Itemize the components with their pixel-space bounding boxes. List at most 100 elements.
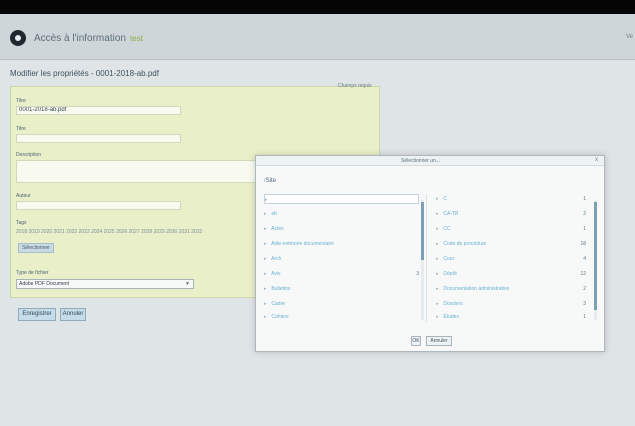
item-count: 1 [583, 314, 586, 320]
breadcrumb-current[interactable]: Site [266, 178, 276, 184]
list-item[interactable]: ▸ Actes [264, 224, 419, 234]
list-item-label: Code de procédure [443, 241, 487, 247]
list-item-label: Bulletins [271, 286, 291, 292]
list-item[interactable]: ▸ Aide-mémoire documentaire [264, 239, 419, 249]
folder-icon: ▸ [436, 241, 439, 247]
left-scrollbar-thumb[interactable] [421, 202, 424, 260]
list-item-label: Études [443, 314, 459, 320]
list-item-label: Avis [271, 271, 281, 277]
environment-badge: test [129, 34, 143, 43]
list-item-label: Cadre [271, 301, 286, 307]
list-item[interactable]: ▸ Cadre [264, 299, 419, 309]
list-item-label: ab [271, 211, 277, 217]
item-count: 2 [583, 211, 586, 217]
app-title-text: Accès à l'information [34, 33, 126, 44]
cancel-button[interactable]: Annuler [60, 308, 86, 321]
breadcrumb: /Site [264, 178, 276, 184]
dialog-title: Sélectionner un... [401, 158, 440, 164]
save-button[interactable]: Enregistrer [18, 308, 56, 321]
tags-label: Tags [16, 220, 27, 226]
list-item-label: C [443, 196, 448, 202]
name-label: Titre [16, 126, 26, 132]
folder-icon: ▸ [436, 286, 439, 292]
folder-icon: ▸ [265, 197, 268, 203]
left-scrollbar[interactable] [421, 200, 424, 320]
folder-icon: ▸ [264, 271, 267, 277]
folder-icon: ▸ [264, 211, 267, 217]
folder-list-right: ▸ C 1 ▸ CA-TB 2 ▸ CC 1 ▸ Code de procédu… [436, 194, 586, 322]
file-type-select[interactable]: Adobe PDF Document ▼ [16, 279, 194, 289]
item-count: 18 [580, 241, 586, 247]
right-scrollbar[interactable] [594, 200, 597, 320]
description-textarea[interactable] [16, 160, 291, 183]
list-item-label: Cahiers [271, 314, 289, 320]
list-item-label: Cour [443, 256, 455, 262]
file-type-value: Adobe PDF Document [19, 281, 70, 287]
item-count: 4 [583, 256, 586, 262]
item-count: 1 [583, 226, 586, 232]
folder-icon: ▸ [436, 271, 439, 277]
list-item[interactable]: ▸ CC 1 [436, 224, 586, 234]
folder-icon: ▸ [264, 286, 267, 292]
required-fields-note: Champs requis [338, 83, 372, 89]
folder-icon: ▸ [436, 211, 439, 217]
dialog-header: Sélectionner un... x [256, 156, 604, 166]
chevron-down-icon: ▼ [185, 281, 190, 287]
author-label: Auteur [16, 193, 31, 199]
ok-button[interactable]: OK [411, 336, 421, 346]
app-logo-icon[interactable] [10, 30, 26, 46]
list-item[interactable]: ▸ C 1 [436, 194, 586, 204]
folder-picker-dialog: Sélectionner un... x /Site ▸ ▸ ab ▸ Acte… [255, 155, 605, 352]
folder-icon: ▸ [264, 226, 267, 232]
right-scrollbar-thumb[interactable] [594, 202, 597, 310]
close-icon[interactable]: x [595, 157, 598, 163]
select-tags-button[interactable]: Sélectionner [18, 243, 54, 253]
list-item[interactable]: ▸ ab [264, 209, 419, 219]
title-input[interactable]: 0001-2018-ab.pdf [16, 106, 181, 115]
list-item[interactable]: ▸ Avis 3 [264, 269, 419, 279]
folder-icon: ▸ [264, 256, 267, 262]
folder-icon: ▸ [264, 314, 267, 320]
list-item-label: Actes [271, 226, 284, 232]
folder-list-left: ▸ ▸ ab ▸ Actes ▸ Aide-mémoire documentai… [264, 194, 419, 322]
folder-icon: ▸ [436, 314, 439, 320]
page-title: Modifier les propriétés - 0001-2018-ab.p… [10, 69, 159, 78]
item-count: 1 [583, 196, 586, 202]
file-type-label: Type de fichier [16, 270, 49, 276]
header-corner-text[interactable]: Ve [626, 34, 633, 40]
description-label: Description [16, 152, 42, 158]
list-item-label: Aide-mémoire documentaire [271, 241, 334, 247]
folder-icon: ▸ [436, 196, 439, 202]
list-item[interactable]: ▸ CA-TB 2 [436, 209, 586, 219]
list-item[interactable]: ▸ Documentation administrative 2 [436, 284, 586, 294]
list-item[interactable]: ▸ Bulletins [264, 284, 419, 294]
item-count: 3 [583, 301, 586, 307]
list-item-label: Documentation administrative [443, 286, 510, 292]
title-label: Titre [16, 98, 26, 104]
list-item[interactable]: ▸ Arch [264, 254, 419, 264]
item-count: 12 [580, 271, 586, 277]
list-item-label: CA-TB [443, 211, 459, 217]
list-item[interactable]: ▸ Code de procédure 18 [436, 239, 586, 249]
folder-icon: ▸ [264, 301, 267, 307]
app-title: Accès à l'information test [34, 33, 143, 44]
item-count: 3 [416, 271, 419, 277]
list-item[interactable]: ▸ [264, 194, 419, 204]
folder-icon: ▸ [436, 301, 439, 307]
list-item[interactable]: ▸ Cour 4 [436, 254, 586, 264]
list-item[interactable]: ▸ Cahiers [264, 312, 419, 322]
item-count: 2 [583, 286, 586, 292]
list-item-label: Arch [271, 256, 282, 262]
author-input[interactable] [16, 201, 181, 210]
folder-icon: ▸ [264, 241, 267, 247]
name-input[interactable] [16, 134, 181, 143]
list-item[interactable]: ▸ Études 1 [436, 312, 586, 322]
folder-icon: ▸ [436, 256, 439, 262]
column-divider [426, 194, 427, 322]
list-item[interactable]: ▸ Dossiers 3 [436, 299, 586, 309]
list-item[interactable]: ▸ Dépôt 12 [436, 269, 586, 279]
list-item-label: Dossiers [443, 301, 463, 307]
screen-bezel-top [0, 0, 635, 14]
list-item-label: CC [443, 226, 451, 232]
dialog-cancel-button[interactable]: Annuler [426, 336, 452, 346]
